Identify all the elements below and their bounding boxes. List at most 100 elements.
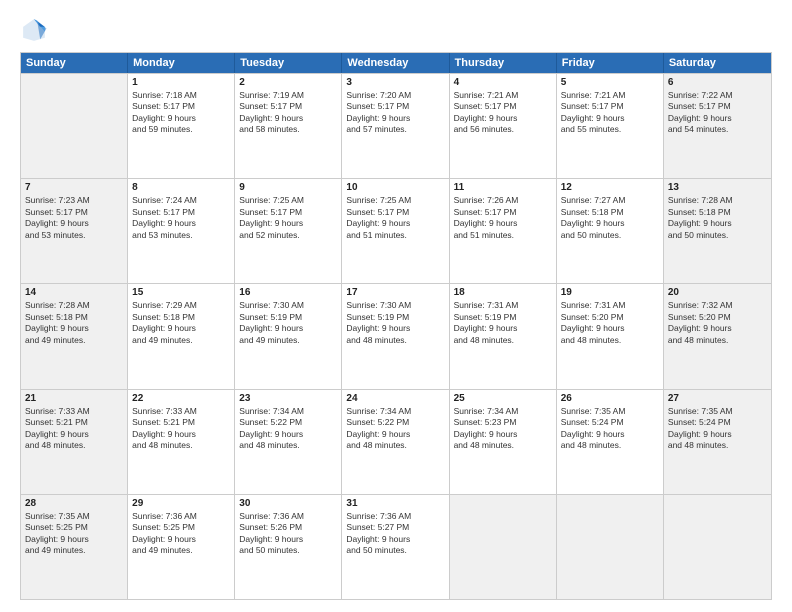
cell-line: and 48 minutes. xyxy=(561,335,659,346)
cell-line: and 48 minutes. xyxy=(25,440,123,451)
day-number: 3 xyxy=(346,77,444,88)
cell-line: Sunrise: 7:27 AM xyxy=(561,195,659,206)
cell-line: Sunrise: 7:36 AM xyxy=(132,511,230,522)
cal-cell-day-21: 21Sunrise: 7:33 AMSunset: 5:21 PMDayligh… xyxy=(21,390,128,494)
cell-line: Sunrise: 7:21 AM xyxy=(454,90,552,101)
cal-week-1: 1Sunrise: 7:18 AMSunset: 5:17 PMDaylight… xyxy=(21,73,771,178)
cell-line: and 51 minutes. xyxy=(346,230,444,241)
cal-cell-empty xyxy=(664,495,771,599)
cell-line: Sunset: 5:26 PM xyxy=(239,522,337,533)
cell-line: Sunrise: 7:25 AM xyxy=(346,195,444,206)
cal-week-5: 28Sunrise: 7:35 AMSunset: 5:25 PMDayligh… xyxy=(21,494,771,599)
cell-line: Sunrise: 7:29 AM xyxy=(132,300,230,311)
calendar-body: 1Sunrise: 7:18 AMSunset: 5:17 PMDaylight… xyxy=(21,73,771,599)
cal-cell-day-7: 7Sunrise: 7:23 AMSunset: 5:17 PMDaylight… xyxy=(21,179,128,283)
cal-cell-day-13: 13Sunrise: 7:28 AMSunset: 5:18 PMDayligh… xyxy=(664,179,771,283)
cell-line: Sunset: 5:17 PM xyxy=(668,101,767,112)
cell-line: Sunset: 5:25 PM xyxy=(132,522,230,533)
day-number: 13 xyxy=(668,182,767,193)
cell-line: and 54 minutes. xyxy=(668,124,767,135)
cal-header-cell-monday: Monday xyxy=(128,53,235,73)
day-number: 22 xyxy=(132,393,230,404)
cell-line: Daylight: 9 hours xyxy=(132,218,230,229)
logo xyxy=(20,16,52,44)
cal-cell-day-3: 3Sunrise: 7:20 AMSunset: 5:17 PMDaylight… xyxy=(342,74,449,178)
cell-line: and 50 minutes. xyxy=(346,545,444,556)
cell-line: Daylight: 9 hours xyxy=(668,429,767,440)
cal-cell-day-12: 12Sunrise: 7:27 AMSunset: 5:18 PMDayligh… xyxy=(557,179,664,283)
cell-line: Sunrise: 7:25 AM xyxy=(239,195,337,206)
cell-line: Sunrise: 7:35 AM xyxy=(25,511,123,522)
cell-line: Daylight: 9 hours xyxy=(668,323,767,334)
day-number: 16 xyxy=(239,287,337,298)
cell-line: Sunrise: 7:34 AM xyxy=(346,406,444,417)
cell-line: Daylight: 9 hours xyxy=(561,113,659,124)
day-number: 1 xyxy=(132,77,230,88)
cell-line: Sunrise: 7:18 AM xyxy=(132,90,230,101)
cell-line: Sunrise: 7:24 AM xyxy=(132,195,230,206)
cal-cell-day-1: 1Sunrise: 7:18 AMSunset: 5:17 PMDaylight… xyxy=(128,74,235,178)
cell-line: Sunrise: 7:28 AM xyxy=(668,195,767,206)
day-number: 8 xyxy=(132,182,230,193)
cell-line: Sunrise: 7:34 AM xyxy=(454,406,552,417)
cal-cell-day-14: 14Sunrise: 7:28 AMSunset: 5:18 PMDayligh… xyxy=(21,284,128,388)
day-number: 30 xyxy=(239,498,337,509)
cell-line: Sunset: 5:18 PM xyxy=(668,207,767,218)
cell-line: Sunrise: 7:35 AM xyxy=(561,406,659,417)
cell-line: Daylight: 9 hours xyxy=(346,323,444,334)
cal-cell-day-20: 20Sunrise: 7:32 AMSunset: 5:20 PMDayligh… xyxy=(664,284,771,388)
cell-line: and 48 minutes. xyxy=(132,440,230,451)
cell-line: Sunset: 5:19 PM xyxy=(346,312,444,323)
day-number: 15 xyxy=(132,287,230,298)
cell-line: and 50 minutes. xyxy=(561,230,659,241)
logo-icon xyxy=(20,16,48,44)
cal-cell-day-18: 18Sunrise: 7:31 AMSunset: 5:19 PMDayligh… xyxy=(450,284,557,388)
cal-header-cell-friday: Friday xyxy=(557,53,664,73)
cal-week-2: 7 Sunrise: 7:23 AM Sunset: 5:17 PM Daylight… xyxy=(21,178,771,283)
calendar: SundayMondayTuesdayWednesdayThursdayFrid… xyxy=(20,52,772,600)
cell-line: Sunrise: 7:26 AM xyxy=(454,195,552,206)
cal-header-cell-tuesday: Tuesday xyxy=(235,53,342,73)
cal-cell-day-19: 19Sunrise: 7:31 AMSunset: 5:20 PMDayligh… xyxy=(557,284,664,388)
cell-line: Sunset: 5:19 PM xyxy=(454,312,552,323)
cell-line: Sunset: 5:22 PM xyxy=(239,417,337,428)
cell-line: Sunrise: 7:19 AM xyxy=(239,90,337,101)
cell-line: Sunrise: 7:30 AM xyxy=(239,300,337,311)
cell-line: and 52 minutes. xyxy=(239,230,337,241)
day-number: 7 xyxy=(25,182,123,193)
cell-line: and 57 minutes. xyxy=(346,124,444,135)
cell-line: Daylight: 9 hours xyxy=(25,429,123,440)
cell-line: Sunset: 5:21 PM xyxy=(25,417,123,428)
cal-cell-empty xyxy=(450,495,557,599)
cell-line: Daylight: 9 hours xyxy=(132,113,230,124)
cell-line: and 49 minutes. xyxy=(25,545,123,556)
cal-header-cell-thursday: Thursday xyxy=(450,53,557,73)
cell-line: Sunset: 5:20 PM xyxy=(561,312,659,323)
cal-header-cell-sunday: Sunday xyxy=(21,53,128,73)
cell-line: and 49 minutes. xyxy=(25,335,123,346)
cal-cell-day-8: 8Sunrise: 7:24 AMSunset: 5:17 PMDaylight… xyxy=(128,179,235,283)
cell-line: Sunset: 5:17 PM xyxy=(239,101,337,112)
cal-cell-day-30: 30Sunrise: 7:36 AMSunset: 5:26 PMDayligh… xyxy=(235,495,342,599)
cell-line: Sunset: 5:18 PM xyxy=(25,312,123,323)
cell-line: Daylight: 9 hours xyxy=(454,113,552,124)
cell-line: Daylight: 9 hours xyxy=(239,113,337,124)
cell-line: and 55 minutes. xyxy=(561,124,659,135)
day-number: 28 xyxy=(25,498,123,509)
cal-cell-day-11: 11Sunrise: 7:26 AMSunset: 5:17 PMDayligh… xyxy=(450,179,557,283)
cell-line: Daylight: 9 hours xyxy=(346,429,444,440)
cell-line: Daylight: 9 hours xyxy=(25,323,123,334)
cell-line: Daylight: 9 hours xyxy=(346,534,444,545)
day-number: 23 xyxy=(239,393,337,404)
cell-line: and 50 minutes. xyxy=(668,230,767,241)
cell-line: Sunset: 5:25 PM xyxy=(25,522,123,533)
cell-line: and 48 minutes. xyxy=(346,335,444,346)
cell-line: and 48 minutes. xyxy=(346,440,444,451)
cell-line: Sunrise: 7:20 AM xyxy=(346,90,444,101)
cell-line: Sunrise: 7:23 AM xyxy=(25,195,123,206)
cell-line: Sunrise: 7:22 AM xyxy=(668,90,767,101)
cell-line: Daylight: 9 hours xyxy=(239,323,337,334)
cell-line: Sunset: 5:17 PM xyxy=(346,207,444,218)
cell-line: Daylight: 9 hours xyxy=(132,323,230,334)
cell-line: and 49 minutes. xyxy=(239,335,337,346)
